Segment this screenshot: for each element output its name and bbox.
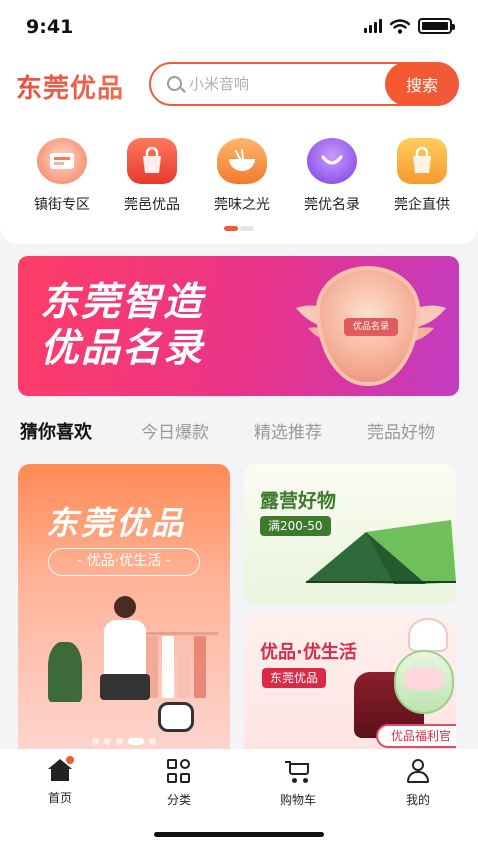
shopping-bag-icon	[127, 138, 177, 184]
tabbar-label: 购物车	[279, 793, 316, 807]
tabbar-home[interactable]: 首页	[20, 756, 100, 806]
tabbar-mine[interactable]: 我的	[378, 759, 458, 808]
mascot-face-illustration	[404, 668, 444, 690]
category-page-indicator	[224, 226, 254, 231]
woman-body-illustration	[104, 620, 146, 680]
enterprise-bag-icon	[397, 138, 447, 184]
category-grid-icon	[167, 759, 191, 783]
category-item-town-district[interactable]: 镇街专区	[18, 138, 106, 214]
banner-title: 东莞智造 优品名录	[40, 280, 204, 372]
card-title: 东莞优品	[46, 504, 187, 542]
town-district-icon	[37, 138, 87, 184]
card-carousel-indicator	[92, 738, 156, 745]
category-item-guanyi-youpin[interactable]: 莞邑优品	[108, 138, 196, 214]
app-logo: 东莞优品	[16, 68, 124, 105]
category-label: 莞味之光	[214, 197, 270, 213]
category-label: 莞企直供	[394, 197, 450, 213]
tabbar-label: 首页	[47, 791, 72, 805]
welfare-officer-badge[interactable]: 优品福利官	[376, 724, 456, 748]
feed-tabs: 猜你喜欢 今日爆款 精选推荐 莞品好物	[20, 418, 460, 444]
mascot-hat-illustration	[408, 618, 448, 652]
category-label: 莞邑优品	[124, 197, 180, 213]
status-bar: 9:41	[0, 0, 478, 56]
banner-title-line1: 东莞智造	[40, 280, 205, 325]
wifi-icon	[390, 18, 410, 34]
woman-skirt-illustration	[100, 674, 150, 700]
tab-guess-you-like[interactable]: 猜你喜欢	[20, 418, 92, 444]
brand-tag: 东莞优品	[262, 668, 327, 688]
smile-badge-icon	[307, 138, 357, 184]
banner-title-line2: 优品名录	[40, 326, 205, 371]
tab-guanpin-goods[interactable]: 莞品好物	[367, 418, 435, 443]
category-item-guanqi-zhigong[interactable]: 莞企直供	[378, 138, 466, 214]
tab-today-hot[interactable]: 今日爆款	[141, 418, 209, 443]
plant-illustration	[48, 642, 82, 702]
header: 东莞优品 搜索 镇街专区 莞邑优品 莞味之光 莞优	[0, 56, 478, 244]
dog-illustration	[158, 702, 194, 732]
home-indicator	[154, 832, 324, 837]
card-title: 优品·优生活	[260, 642, 357, 663]
cart-icon	[285, 759, 311, 783]
category-item-guanwei[interactable]: 莞味之光	[198, 138, 286, 214]
promo-banner[interactable]: 东莞智造 优品名录 优品名录	[18, 256, 459, 396]
tabbar-category[interactable]: 分类	[139, 759, 219, 808]
product-card-youpin-life[interactable]: 优品·优生活 东莞优品 优品福利官	[244, 616, 456, 764]
user-icon	[405, 759, 431, 783]
battery-icon	[418, 18, 455, 34]
status-icons	[364, 18, 455, 34]
product-card-dongguan-youpin[interactable]: 东莞优品 - 优品·优生活 -	[18, 464, 230, 764]
search-icon	[167, 76, 182, 91]
home-icon	[48, 756, 74, 781]
woman-head-illustration	[114, 596, 136, 618]
search-input[interactable]	[189, 72, 379, 96]
category-row: 镇街专区 莞邑优品 莞味之光 莞优名录 莞企直供	[0, 138, 478, 214]
search-button[interactable]: 搜索	[385, 62, 459, 106]
status-time: 9:41	[26, 16, 74, 38]
category-label: 镇街专区	[34, 197, 90, 213]
category-label: 莞优名录	[304, 197, 360, 213]
tent-icon	[306, 520, 456, 584]
tabbar-cart[interactable]: 购物车	[258, 759, 338, 808]
tabbar-label: 分类	[166, 793, 191, 807]
search-bar[interactable]: 搜索	[149, 62, 459, 106]
noodle-bowl-icon	[217, 138, 267, 184]
card-subtitle: - 优品·优生活 -	[48, 548, 200, 576]
card-title: 露营好物	[260, 490, 337, 512]
cellular-signal-icon	[364, 19, 382, 33]
category-item-guanyou-minglu[interactable]: 莞优名录	[288, 138, 376, 214]
tabbar-label: 我的	[405, 793, 430, 807]
product-card-camping[interactable]: 露营好物 满200-50	[244, 464, 456, 604]
tab-selected-recommend[interactable]: 精选推荐	[254, 418, 322, 443]
banner-shield-label: 优品名录	[344, 318, 398, 336]
